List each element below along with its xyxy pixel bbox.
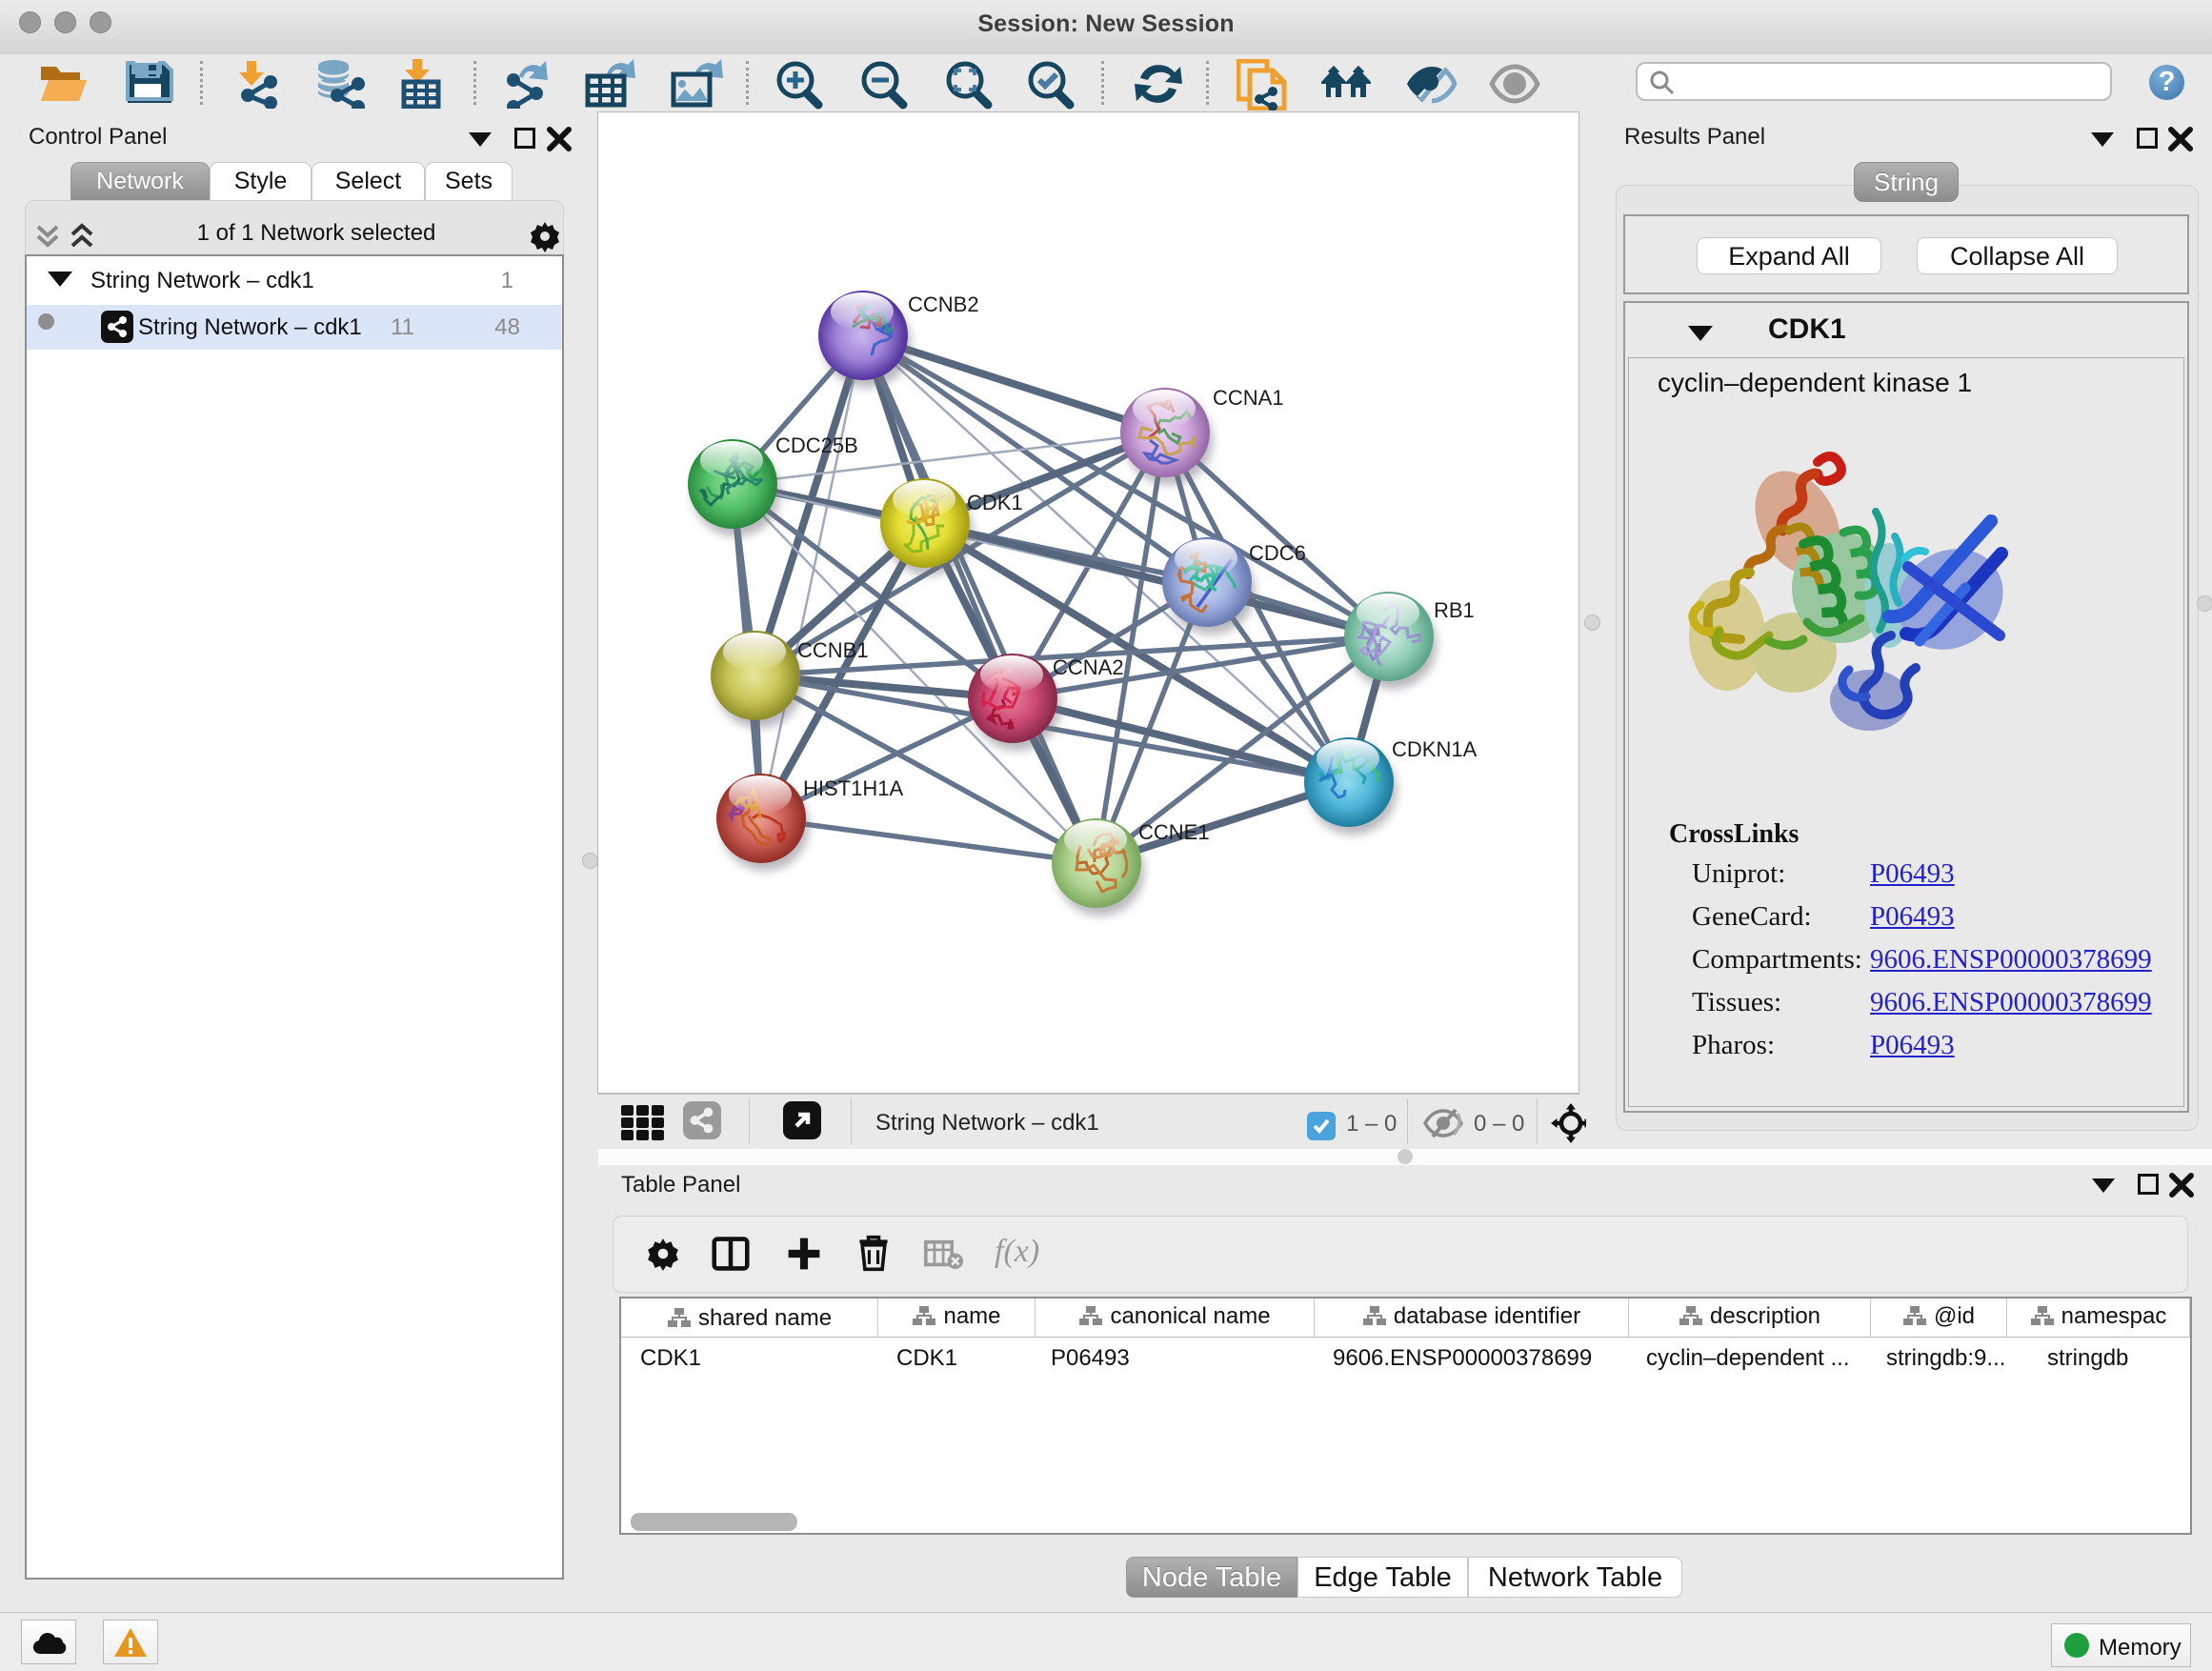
svg-text:HIST1H1A: HIST1H1A: [803, 776, 903, 800]
svg-text:RB1: RB1: [1434, 598, 1475, 622]
svg-text:CDKN1A: CDKN1A: [1392, 737, 1478, 761]
svg-text:CCNA1: CCNA1: [1213, 386, 1284, 410]
svg-text:CCNE1: CCNE1: [1138, 820, 1210, 844]
svg-text:CCNB2: CCNB2: [908, 292, 979, 316]
svg-text:CCNA2: CCNA2: [1053, 655, 1124, 679]
svg-text:CDC6: CDC6: [1249, 541, 1306, 565]
svg-text:CDC25B: CDC25B: [775, 433, 858, 457]
svg-text:CCNB1: CCNB1: [797, 638, 869, 662]
svg-text:CDK1: CDK1: [967, 491, 1023, 514]
